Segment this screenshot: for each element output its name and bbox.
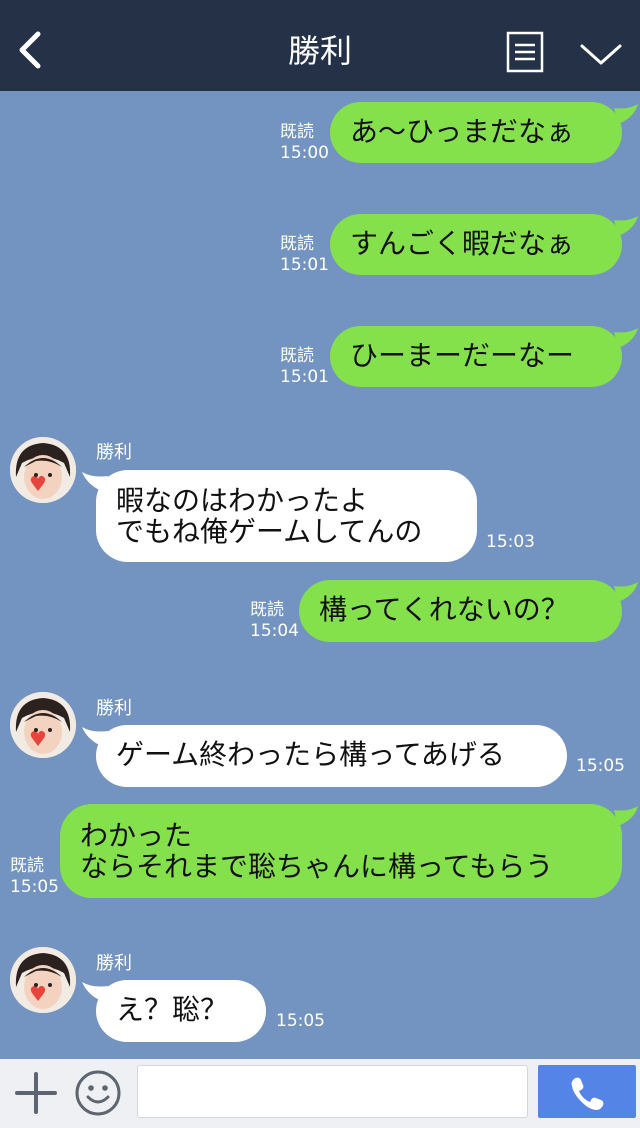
read-label: 既読 — [280, 234, 314, 254]
message-bubble[interactable]: ゲーム終わったら構ってあげる — [96, 725, 567, 787]
read-receipt: 既読 15:05 — [10, 856, 59, 898]
message-time: 15:04 — [250, 621, 299, 641]
bubble-tail — [614, 806, 638, 826]
profile-photo-icon — [10, 437, 76, 503]
message-time: 15:01 — [280, 367, 329, 387]
add-attachment-button[interactable] — [14, 1071, 58, 1115]
emoji-button[interactable] — [74, 1069, 122, 1117]
sender-name: 勝利 — [96, 442, 132, 463]
message-bubble[interactable]: 暇なのはわかったよ でもね俺ゲームしてんの — [96, 470, 477, 562]
read-receipt: 既読 15:00 — [280, 122, 329, 164]
chevron-down-icon — [580, 44, 622, 65]
menu-button[interactable] — [506, 31, 544, 73]
chat-header: 勝利 — [0, 0, 640, 91]
sender-name: 勝利 — [96, 698, 132, 719]
message-bubble[interactable]: すんごく暇だなぁ — [330, 214, 622, 275]
read-label: 既読 — [10, 856, 44, 876]
bubble-tail — [614, 582, 638, 602]
phone-icon — [571, 1077, 604, 1110]
message-time: 15:00 — [280, 143, 329, 163]
collapse-button[interactable] — [576, 36, 626, 72]
bubble-tail — [614, 216, 638, 236]
avatar[interactable] — [10, 692, 76, 758]
profile-photo-icon — [10, 692, 76, 758]
profile-photo-icon — [10, 947, 76, 1013]
message-bubble[interactable]: わかった ならそれまで聡ちゃんに構ってもらう — [60, 804, 622, 898]
avatar[interactable] — [10, 947, 76, 1013]
message-time: 15:03 — [486, 532, 535, 552]
read-receipt: 既読 15:01 — [280, 346, 329, 388]
read-receipt: 既読 15:04 — [250, 600, 299, 642]
message-time: 15:01 — [280, 255, 329, 275]
composer-bar — [0, 1059, 640, 1128]
list-icon — [506, 31, 544, 73]
smiley-icon — [75, 1070, 121, 1116]
message-bubble[interactable]: ひーまーだーなー — [330, 326, 622, 387]
plus-icon — [15, 1072, 57, 1114]
avatar[interactable] — [10, 437, 76, 503]
message-time: 15:05 — [276, 1011, 325, 1031]
call-button[interactable] — [538, 1065, 636, 1118]
message-bubble[interactable]: 構ってくれないの？ — [299, 580, 622, 642]
chat-title: 勝利 — [287, 32, 352, 70]
message-bubble[interactable]: あ〜ひっまだなぁ — [330, 102, 622, 163]
message-input[interactable] — [137, 1065, 528, 1118]
read-label: 既読 — [280, 346, 314, 366]
message-time: 15:05 — [10, 877, 59, 897]
message-time: 15:05 — [576, 756, 625, 776]
bubble-tail — [614, 328, 638, 348]
read-label: 既読 — [280, 122, 314, 142]
read-receipt: 既読 15:01 — [280, 234, 329, 276]
bubble-tail — [614, 104, 638, 124]
read-label: 既読 — [250, 600, 284, 620]
message-bubble[interactable]: え？聡？ — [96, 980, 266, 1042]
sender-name: 勝利 — [96, 953, 132, 974]
